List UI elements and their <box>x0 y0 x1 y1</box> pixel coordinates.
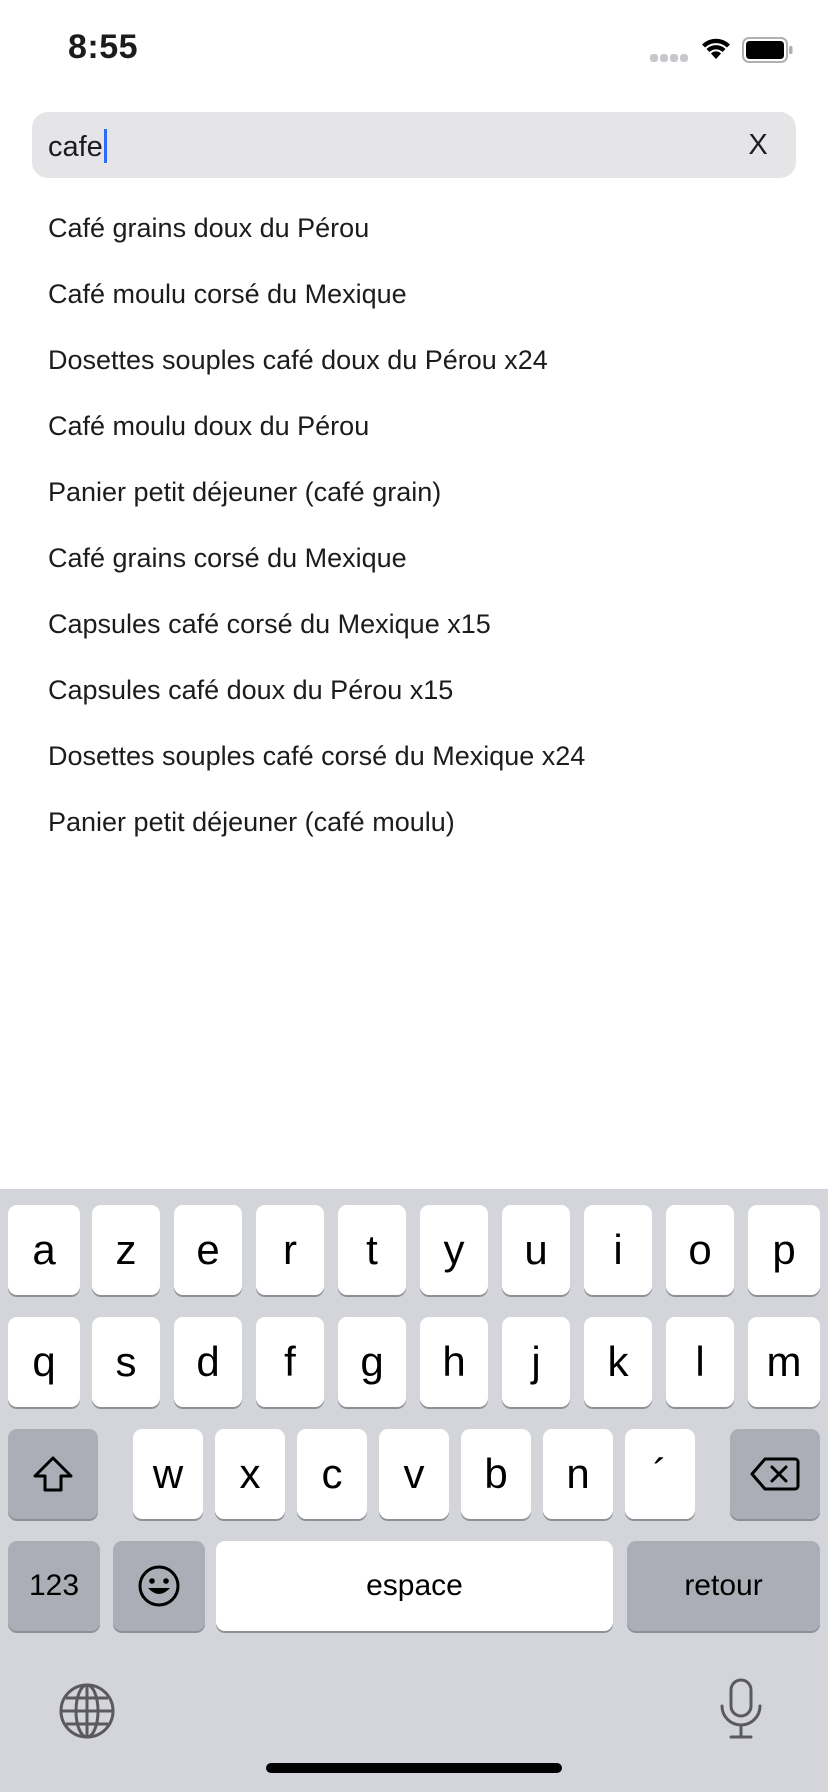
emoji-key[interactable] <box>113 1541 205 1631</box>
key-b[interactable]: b <box>461 1429 531 1519</box>
suggestion-item[interactable]: Café grains doux du Pérou <box>48 203 788 269</box>
status-bar: 8:55 <box>0 0 828 100</box>
suggestion-item[interactable]: Dosettes souples café corsé du Mexique x… <box>48 731 788 797</box>
suggestion-item[interactable]: Panier petit déjeuner (café grain) <box>48 467 788 533</box>
key-i[interactable]: i <box>584 1205 652 1295</box>
cellular-signal-icon <box>650 50 690 68</box>
key-a[interactable]: a <box>8 1205 80 1295</box>
shift-key[interactable] <box>8 1429 98 1519</box>
space-key-label: espace <box>366 1569 463 1602</box>
key-w[interactable]: w <box>133 1429 203 1519</box>
key-q[interactable]: q <box>8 1317 80 1407</box>
suggestion-item[interactable]: Panier petit déjeuner (café moulu) <box>48 797 788 863</box>
delete-key[interactable] <box>730 1429 820 1519</box>
key-t[interactable]: t <box>338 1205 406 1295</box>
key-n[interactable]: n <box>543 1429 613 1519</box>
shift-icon <box>33 1456 73 1492</box>
suggestion-item[interactable]: Capsules café doux du Pérou x15 <box>48 665 788 731</box>
keyboard: a z e r t y u i o p q s d f g h j k l m … <box>0 1189 828 1792</box>
key-y[interactable]: y <box>420 1205 488 1295</box>
key-s[interactable]: s <box>92 1317 160 1407</box>
suggestion-item[interactable]: Capsules café corsé du Mexique x15 <box>48 599 788 665</box>
key-p[interactable]: p <box>748 1205 820 1295</box>
numbers-key-label: 123 <box>28 1569 80 1602</box>
numbers-key[interactable]: 123 <box>8 1541 100 1631</box>
suggestions-list: Café grains doux du Pérou Café moulu cor… <box>48 203 788 863</box>
delete-backspace-icon <box>750 1457 800 1491</box>
text-caret <box>103 129 107 163</box>
suggestion-item[interactable]: Café moulu doux du Pérou <box>48 401 788 467</box>
space-key[interactable]: espace <box>216 1541 613 1631</box>
key-u[interactable]: u <box>502 1205 570 1295</box>
key-l[interactable]: l <box>666 1317 734 1407</box>
key-d[interactable]: d <box>174 1317 242 1407</box>
wifi-icon <box>700 36 732 65</box>
key-o[interactable]: o <box>666 1205 734 1295</box>
search-input-value: cafe <box>48 131 103 163</box>
key-x[interactable]: x <box>215 1429 285 1519</box>
key-z[interactable]: z <box>92 1205 160 1295</box>
emoji-icon <box>138 1565 180 1607</box>
key-e[interactable]: e <box>174 1205 242 1295</box>
search-field[interactable]: cafe X <box>32 112 796 178</box>
key-k[interactable]: k <box>584 1317 652 1407</box>
suggestion-item[interactable]: Dosettes souples café doux du Pérou x24 <box>48 335 788 401</box>
key-g[interactable]: g <box>338 1317 406 1407</box>
return-key-label: retour <box>684 1569 763 1602</box>
suggestion-item[interactable]: Café grains corsé du Mexique <box>48 533 788 599</box>
home-indicator[interactable] <box>266 1763 562 1773</box>
status-time: 8:55 <box>68 28 139 66</box>
return-key[interactable]: retour <box>627 1541 820 1631</box>
clear-search-button[interactable]: X <box>738 124 778 166</box>
key-r[interactable]: r <box>256 1205 324 1295</box>
battery-full-icon <box>742 37 794 68</box>
key-acute-accent[interactable]: ´ <box>625 1429 695 1519</box>
key-m[interactable]: m <box>748 1317 820 1407</box>
key-h[interactable]: h <box>420 1317 488 1407</box>
suggestion-item[interactable]: Café moulu corsé du Mexique <box>48 269 788 335</box>
key-c[interactable]: c <box>297 1429 367 1519</box>
key-v[interactable]: v <box>379 1429 449 1519</box>
key-j[interactable]: j <box>502 1317 570 1407</box>
key-f[interactable]: f <box>256 1317 324 1407</box>
search-input[interactable]: cafe <box>48 129 107 163</box>
globe-icon[interactable] <box>58 1682 116 1745</box>
microphone-icon[interactable] <box>716 1677 766 1746</box>
